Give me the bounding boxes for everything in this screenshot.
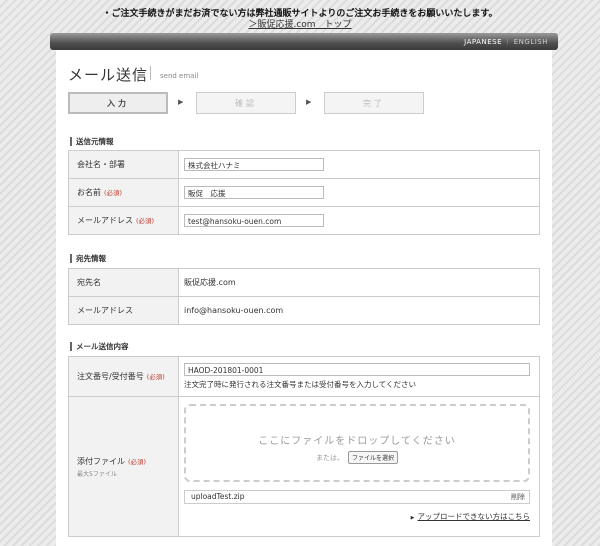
table-row: メールアドレス info@hansoku-ouen.com	[68, 296, 540, 325]
email-label: メールアドレス	[77, 216, 133, 225]
section-sender-title: 送信元情報	[70, 137, 114, 146]
field-label: メールアドレス	[68, 296, 179, 325]
dropzone-text: ここにファイルをドロップしてください	[258, 436, 456, 447]
company-input[interactable]: 株式会社ハナミ	[184, 158, 324, 171]
email-input[interactable]: test@hansoku-ouen.com	[184, 214, 324, 227]
table-row: お名前 (必須) 販促 応援	[68, 178, 540, 207]
field-value: ここにファイルをドロップしてください または、 ファイルを選択 uploadTes…	[178, 396, 540, 537]
main-panel: メール送信 send email 入力 ▶ 確認 ▶ 完了 送信元情報 会社名・…	[56, 50, 552, 546]
field-value: 株式会社ハナミ	[178, 150, 540, 179]
recipient-name-label: 宛先名	[77, 278, 101, 287]
company-label: 会社名・部署	[77, 160, 125, 169]
step-arrow-icon: ▶	[178, 98, 184, 106]
triangle-right-icon: ▶	[410, 515, 415, 521]
field-value: test@hansoku-ouen.com	[178, 206, 540, 235]
field-label: メールアドレス (必須)	[68, 206, 179, 235]
uploaded-file-name: uploadTest.zip	[191, 492, 245, 501]
sender-table: 会社名・部署 株式会社ハナミ お名前 (必須) 販促 応援 メールアドレス (必須)…	[68, 150, 540, 235]
lang-japanese[interactable]: JAPANESE	[464, 38, 502, 46]
uploaded-file-row: uploadTest.zip 削除	[184, 490, 530, 504]
required-badge: (必須)	[136, 217, 155, 225]
top-link[interactable]: ＞販促応援.com トップ	[0, 17, 600, 30]
required-badge: (必須)	[104, 189, 123, 197]
step-complete: 完了	[324, 92, 424, 114]
section-mail-title: メール送信内容	[70, 342, 129, 351]
dropzone-or: または、	[315, 454, 344, 462]
recipient-table: 宛先名 販促応援.com メールアドレス info@hansoku-ouen.c…	[68, 268, 540, 325]
table-row: 添付ファイル (必須) 最大5ファイル ここにファイルをドロップしてください また…	[68, 396, 540, 537]
name-input[interactable]: 販促 応援	[184, 186, 324, 199]
attachment-label: 添付ファイル	[77, 456, 125, 466]
recipient-email-value: info@hansoku-ouen.com	[184, 306, 284, 315]
title-divider	[150, 66, 151, 80]
step-input: 入力	[68, 92, 168, 114]
section-recipient-title: 宛先情報	[70, 254, 106, 263]
field-value: 販促応援.com	[178, 268, 540, 297]
field-value: 販促 応援	[178, 178, 540, 207]
order-number-input[interactable]: HAOD-201801-0001	[184, 363, 530, 376]
field-value: info@hansoku-ouen.com	[178, 296, 540, 325]
dropzone-subtext: または、 ファイルを選択	[186, 451, 528, 464]
table-row: 注文番号/受付番号 (必須) HAOD-201801-0001 注文完了時に発行さ…	[68, 356, 540, 397]
name-label: お名前	[77, 188, 101, 197]
field-label: 会社名・部署	[68, 150, 179, 179]
upload-help-link[interactable]: ▶ アップロードできない方はこちら	[184, 511, 530, 522]
upload-help-text: アップロードできない方はこちら	[417, 512, 531, 521]
lang-english[interactable]: ENGLISH	[514, 38, 548, 46]
file-dropzone[interactable]: ここにファイルをドロップしてください または、 ファイルを選択	[184, 404, 530, 482]
field-value: HAOD-201801-0001 注文完了時に発行される注文番号または受付番号を…	[178, 356, 540, 397]
page-subtitle: send email	[160, 72, 199, 80]
recipient-name-value: 販促応援.com	[184, 278, 236, 287]
step-confirm: 確認	[196, 92, 296, 114]
field-label: 宛先名	[68, 268, 179, 297]
table-row: 宛先名 販促応援.com	[68, 268, 540, 297]
attachment-hint: 最大5ファイル	[77, 470, 117, 478]
required-badge: (必須)	[146, 373, 165, 381]
select-file-button[interactable]: ファイルを選択	[347, 451, 398, 464]
delete-file-button[interactable]: 削除	[511, 491, 525, 503]
mail-table: 注文番号/受付番号 (必須) HAOD-201801-0001 注文完了時に発行さ…	[68, 356, 540, 537]
order-number-label: 注文番号/受付番号	[77, 372, 144, 381]
table-row: 会社名・部署 株式会社ハナミ	[68, 150, 540, 179]
table-row: メールアドレス (必須) test@hansoku-ouen.com	[68, 206, 540, 235]
field-label: 注文番号/受付番号 (必須)	[68, 356, 179, 397]
field-label: お名前 (必須)	[68, 178, 179, 207]
field-label: 添付ファイル (必須) 最大5ファイル	[68, 396, 179, 537]
recipient-email-label: メールアドレス	[77, 306, 133, 315]
order-number-note: 注文完了時に発行される注文番号または受付番号を入力してください	[184, 380, 417, 389]
language-bar: JAPANESE | ENGLISH	[50, 33, 558, 50]
required-badge: (必須)	[128, 457, 147, 466]
page-title: メール送信	[68, 66, 149, 84]
step-arrow-icon: ▶	[306, 98, 312, 106]
lang-separator: |	[506, 37, 509, 45]
